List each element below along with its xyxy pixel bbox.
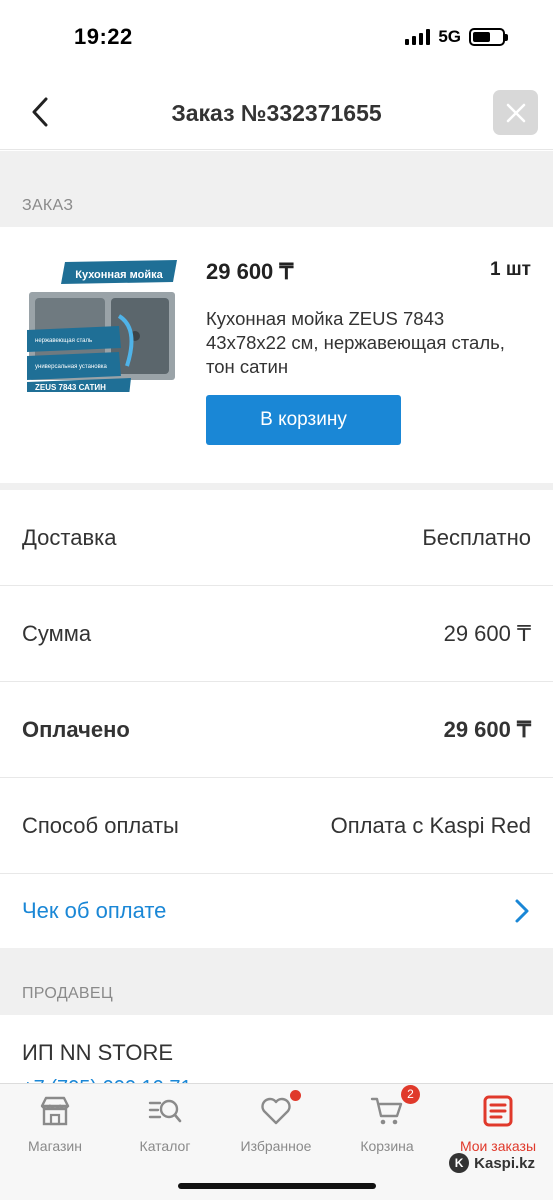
seller-info: ИП NN STORE +7 (705) 000 10 71 (0, 1015, 553, 1099)
heart-icon (261, 1097, 291, 1125)
seller-section-label: ПРОДАВЕЦ (0, 948, 553, 1015)
payment-method-label: Способ оплаты (22, 812, 179, 838)
status-indicators: 5G (405, 27, 508, 47)
status-bar: 19:22 5G (0, 0, 553, 76)
image-caption-1: нержавеющая сталь (35, 338, 92, 344)
section-divider (0, 483, 553, 490)
paid-value: 29 600 ₸ (443, 716, 531, 742)
notification-dot (290, 1090, 301, 1101)
tab-cart[interactable]: 2 Корзина (332, 1085, 442, 1154)
sum-value: 29 600 ₸ (443, 620, 531, 646)
battery-icon (469, 28, 508, 46)
store-icon (40, 1096, 70, 1126)
tab-my-orders[interactable]: Мои заказы (443, 1094, 553, 1154)
tab-label: Магазин (27, 1138, 82, 1154)
kaspi-watermark: K Kaspi.kz (449, 1153, 535, 1173)
product-card: Кухонная мойка нержавеющая сталь универс… (0, 227, 553, 483)
product-image[interactable]: Кухонная мойка нержавеющая сталь универс… (27, 256, 179, 396)
delivery-row: Доставка Бесплатно (0, 490, 553, 586)
network-type: 5G (438, 27, 461, 46)
status-time: 19:22 (74, 24, 133, 49)
tab-label: Каталог (139, 1138, 191, 1154)
paid-label: Оплачено (22, 716, 130, 742)
sum-label: Сумма (22, 620, 92, 646)
close-icon (506, 103, 525, 122)
tab-label: Мои заказы (459, 1138, 537, 1154)
add-to-cart-button[interactable]: В корзину (206, 395, 401, 445)
product-quantity: 1 шт (490, 259, 531, 280)
kaspi-logo-icon: K (449, 1153, 470, 1173)
watermark-text: Kaspi.kz (474, 1154, 535, 1172)
image-caption-bottom: ZEUS 7843 САТИН (35, 383, 106, 392)
delivery-value: Бесплатно (422, 524, 531, 550)
sum-row: Сумма 29 600 ₸ (0, 586, 553, 682)
receipt-link-row[interactable]: Чек об оплате (0, 874, 553, 948)
cart-badge: 2 (401, 1085, 420, 1104)
navigation-header: Заказ №332371655 (0, 76, 553, 150)
home-indicator (178, 1183, 376, 1189)
tab-catalog[interactable]: Каталог (110, 1094, 220, 1154)
product-price: 29 600 ₸ (206, 259, 294, 284)
tab-store[interactable]: Магазин (0, 1094, 110, 1154)
tab-label: Корзина (360, 1138, 414, 1154)
payment-method-value: Оплата с Kaspi Red (330, 812, 531, 838)
signal-icon (405, 29, 431, 45)
receipt-link[interactable]: Чек об оплате (22, 898, 166, 924)
payment-method-row: Способ оплаты Оплата с Kaspi Red (0, 778, 553, 874)
chevron-right-icon (515, 899, 529, 923)
paid-row: Оплачено 29 600 ₸ (0, 682, 553, 778)
tab-favorites[interactable]: Избранное (221, 1090, 331, 1154)
image-caption-2: универсальная установка (35, 364, 108, 370)
seller-name: ИП NN STORE (22, 1040, 174, 1065)
close-button[interactable] (493, 90, 538, 135)
orders-icon (483, 1095, 513, 1127)
delivery-label: Доставка (22, 524, 117, 550)
image-caption-top: Кухонная мойка (75, 269, 163, 281)
page-title: Заказ №332371655 (171, 100, 382, 126)
product-name[interactable]: Кухонная мойка ZEUS 7843 43x78x22 см, не… (206, 307, 506, 379)
cart-icon (370, 1097, 403, 1125)
catalog-search-icon (148, 1099, 182, 1123)
tab-label: Избранное (240, 1138, 312, 1154)
order-section-label: ЗАКАЗ (0, 151, 553, 227)
